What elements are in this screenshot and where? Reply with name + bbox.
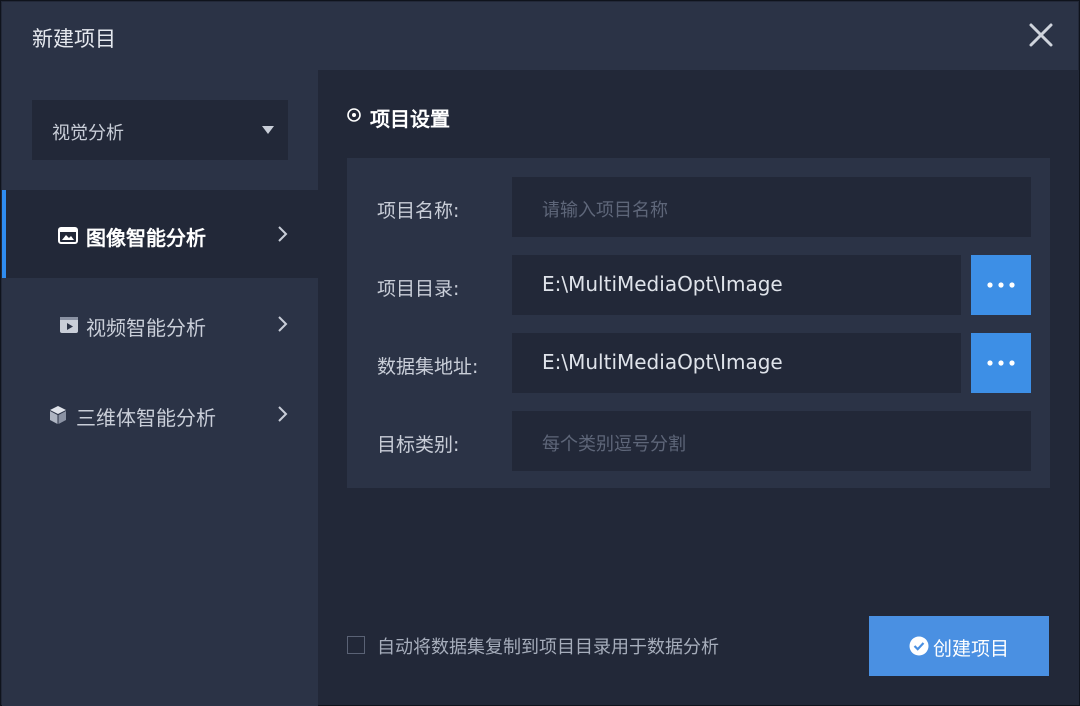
dialog-title: 新建项目 (32, 27, 116, 51)
dataset-path-value: E:\MultiMediaOpt\Image (542, 350, 783, 374)
analysis-category-select[interactable]: 视觉分析 (32, 100, 288, 160)
target-classes-input[interactable]: 每个类别逗号分割 (512, 411, 1031, 471)
caret-down-icon (262, 126, 274, 134)
project-name-input[interactable]: 请输入项目名称 (512, 177, 1031, 237)
more-dots-icon (987, 360, 1015, 366)
sidebar-item-label: 图像智能分析 (86, 226, 206, 250)
active-indicator (2, 190, 6, 278)
project-name-label: 项目名称: (377, 200, 460, 222)
copy-dataset-checkbox-label[interactable]: 自动将数据集复制到项目目录用于数据分析 (377, 633, 719, 659)
cube-icon (50, 406, 66, 424)
dataset-path-label: 数据集地址: (377, 356, 479, 378)
target-classes-label: 目标类别: (377, 434, 460, 456)
sidebar: 视觉分析 图像智能分析 视频智能分析 三维体智能分析 (2, 70, 318, 706)
close-icon[interactable] (1024, 18, 1058, 52)
title-bar: 新建项目 (2, 2, 1078, 70)
chevron-right-icon (278, 226, 288, 242)
category-select-value: 视觉分析 (52, 123, 124, 144)
section-title: 项目设置 (370, 107, 450, 131)
chevron-right-icon (278, 316, 288, 332)
target-classes-placeholder: 每个类别逗号分割 (542, 434, 686, 455)
main-content: 项目设置 项目名称: 请输入项目名称 项目目录: E:\MultiMediaOp… (318, 70, 1079, 706)
check-circle-icon (909, 636, 929, 656)
project-settings-form: 项目名称: 请输入项目名称 项目目录: E:\MultiMediaOpt\Ima… (347, 158, 1050, 488)
project-dir-value: E:\MultiMediaOpt\Image (542, 272, 783, 296)
new-project-dialog: 新建项目 视觉分析 图像智能分析 视频智能分析 三维体智能分析 项目设置 项目名… (0, 0, 1080, 706)
create-project-button[interactable]: 创建项目 (869, 616, 1049, 676)
sidebar-item-video-analysis[interactable]: 视频智能分析 (2, 280, 318, 368)
copy-dataset-checkbox[interactable] (347, 636, 365, 654)
browse-project-dir-button[interactable] (971, 255, 1031, 315)
sidebar-item-3d-analysis[interactable]: 三维体智能分析 (2, 370, 318, 458)
project-dir-label: 项目目录: (377, 278, 460, 300)
project-name-placeholder: 请输入项目名称 (542, 200, 668, 221)
video-icon (60, 317, 78, 333)
sidebar-item-label: 三维体智能分析 (76, 406, 216, 430)
more-dots-icon (987, 282, 1015, 288)
dataset-path-input[interactable]: E:\MultiMediaOpt\Image (512, 333, 961, 393)
image-icon (58, 227, 78, 244)
chevron-right-icon (278, 406, 288, 422)
sidebar-item-label: 视频智能分析 (86, 316, 206, 340)
create-project-label: 创建项目 (933, 638, 1010, 660)
target-circle-icon (347, 108, 361, 122)
project-dir-input[interactable]: E:\MultiMediaOpt\Image (512, 255, 961, 315)
browse-dataset-path-button[interactable] (971, 333, 1031, 393)
sidebar-item-image-analysis[interactable]: 图像智能分析 (2, 190, 318, 278)
